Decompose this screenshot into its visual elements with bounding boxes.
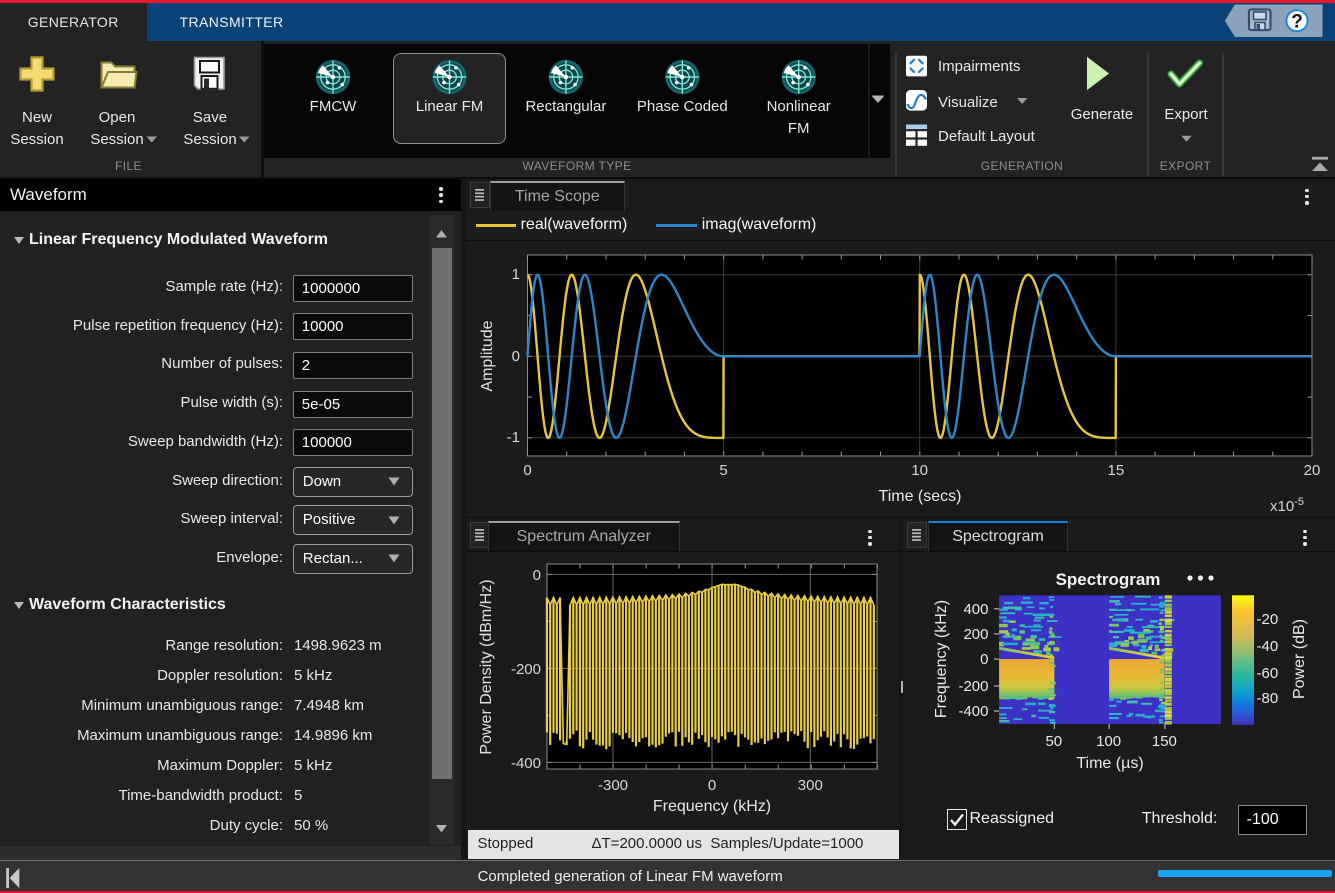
svg-text:?: ? [1291, 12, 1303, 33]
